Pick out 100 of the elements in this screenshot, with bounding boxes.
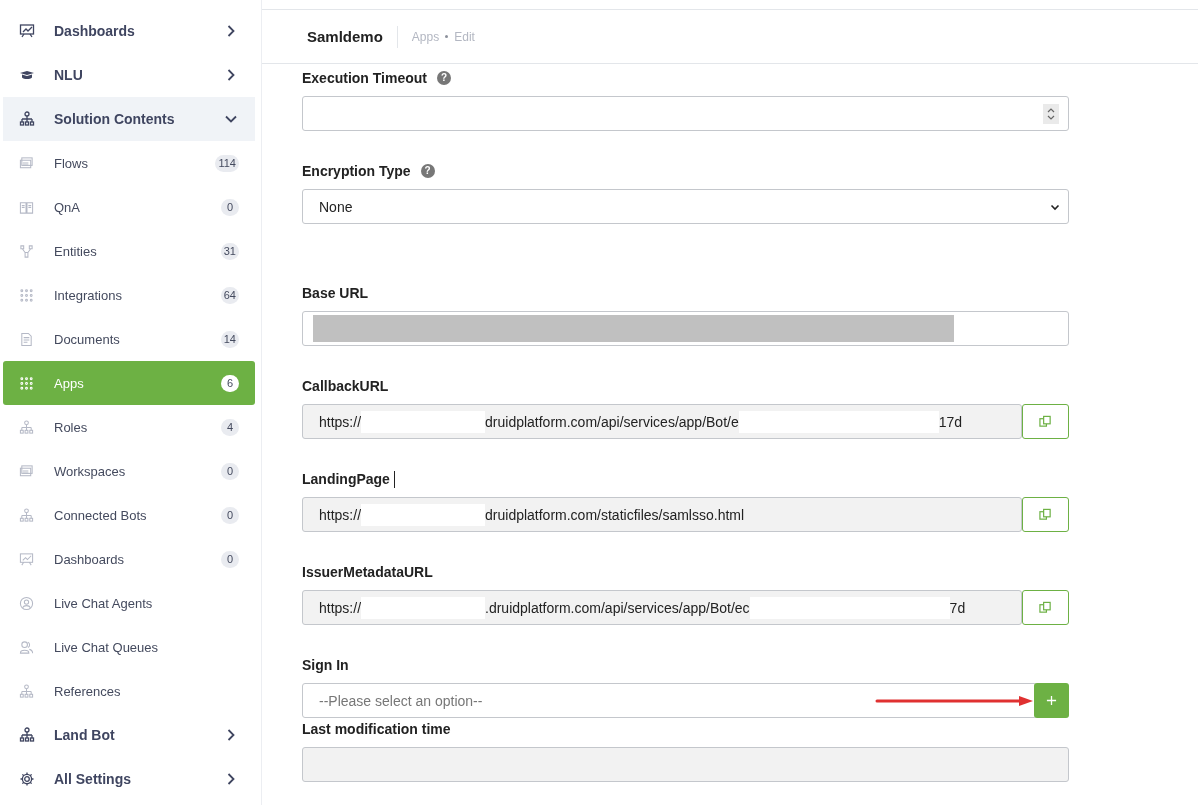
select-field[interactable]: None bbox=[302, 189, 1069, 224]
sidebar-item-label: Flows bbox=[54, 155, 89, 171]
sidebar-group[interactable]: Dashboards bbox=[3, 9, 255, 53]
chat-icon bbox=[19, 463, 34, 479]
url-field[interactable]: https:// druidplatform.com/api/services/app/Bot/e 17d bbox=[302, 404, 1022, 439]
sidebar-group[interactable]: NLU bbox=[3, 53, 255, 97]
page-title: Samldemo bbox=[307, 25, 398, 48]
sidebar-item-label: Apps bbox=[54, 375, 85, 391]
count-badge: 0 bbox=[221, 462, 239, 480]
copy-icon bbox=[1039, 415, 1052, 428]
sidebar-group[interactable]: All Settings bbox=[3, 757, 255, 801]
select-field[interactable]: --Please select an option-- bbox=[302, 683, 1037, 718]
sidebar-item-label: Roles bbox=[54, 419, 89, 435]
sidebar-item[interactable]: References bbox=[3, 669, 255, 713]
count-badge: 6 bbox=[221, 374, 239, 392]
org-icon bbox=[19, 507, 34, 523]
chevron-right-icon bbox=[225, 729, 237, 741]
sidebar-item[interactable]: Documents 14 bbox=[3, 317, 255, 361]
sidebar-item-label: Documents bbox=[54, 331, 121, 347]
sidebar-item[interactable]: Apps 6 bbox=[3, 361, 255, 405]
count-badge: 4 bbox=[221, 418, 239, 436]
url-text: 7d bbox=[949, 599, 966, 616]
sidebar-item[interactable]: Entities 31 bbox=[3, 229, 255, 273]
book-icon bbox=[19, 199, 34, 215]
chevron-right-icon bbox=[225, 69, 237, 81]
number-input[interactable] bbox=[302, 96, 1069, 131]
sidebar-group-label: NLU bbox=[54, 67, 84, 83]
field-label: Execution Timeout bbox=[302, 70, 427, 86]
copy-icon bbox=[1039, 601, 1052, 614]
sidebar-item[interactable]: Integrations 64 bbox=[3, 273, 255, 317]
url-text: .druidplatform.com/api/services/app/Bot/ec bbox=[485, 599, 750, 616]
gear-icon bbox=[19, 771, 35, 787]
breadcrumb-separator-icon bbox=[445, 35, 449, 38]
field-label: Sign In bbox=[302, 657, 349, 673]
count-badge: 14 bbox=[220, 330, 239, 348]
chart-icon bbox=[19, 551, 34, 567]
sidebar-item-label: Workspaces bbox=[54, 463, 127, 479]
sidebar-item-label: Entities bbox=[54, 243, 98, 259]
org-icon bbox=[19, 111, 35, 127]
field-label: CallbackURL bbox=[302, 378, 389, 394]
field-label: Last modification time bbox=[302, 721, 451, 737]
text-input[interactable] bbox=[302, 311, 1069, 346]
url-text: https:// bbox=[319, 599, 362, 616]
chevron-right-icon bbox=[225, 25, 237, 37]
sidebar-group[interactable]: Land Bot bbox=[3, 713, 255, 757]
sidebar-item-label: Live Chat Queues bbox=[54, 639, 160, 655]
add-button[interactable] bbox=[1034, 683, 1069, 718]
plus-icon bbox=[1046, 695, 1057, 706]
sidebar-item-label: Integrations bbox=[54, 287, 123, 303]
sidebar-item[interactable]: Flows 114 bbox=[3, 141, 255, 185]
count-badge: 64 bbox=[220, 286, 239, 304]
sidebar-item[interactable]: Live Chat Agents bbox=[3, 581, 255, 625]
url-text: https:// bbox=[319, 413, 362, 430]
sidebar-item[interactable]: Roles 4 bbox=[3, 405, 255, 449]
sidebar-group-label: Land Bot bbox=[54, 727, 116, 743]
url-text: 17d bbox=[938, 413, 963, 430]
sidebar-group-label: Solution Contents bbox=[54, 111, 176, 127]
sidebar-group-label: Dashboards bbox=[54, 23, 136, 39]
copy-button[interactable] bbox=[1022, 404, 1069, 439]
field-label: Base URL bbox=[302, 285, 369, 301]
sidebar-item[interactable]: Live Chat Queues bbox=[3, 625, 255, 669]
org-icon bbox=[19, 727, 35, 743]
org-icon bbox=[19, 419, 34, 435]
field-label: LandingPage bbox=[302, 471, 390, 487]
dots-icon bbox=[19, 287, 34, 303]
url-field[interactable]: https:// .druidplatform.com/api/services/app/Bot/ec 7d bbox=[302, 590, 1022, 625]
count-badge: 0 bbox=[221, 198, 239, 216]
sidebar-group[interactable]: Solution Contents bbox=[3, 97, 255, 141]
sidebar-item-label: Live Chat Agents bbox=[54, 595, 154, 611]
chat-icon bbox=[19, 155, 34, 171]
copy-button[interactable] bbox=[1022, 590, 1069, 625]
url-text: druidplatform.com/staticfiles/samlsso.html bbox=[485, 506, 745, 523]
count-badge: 0 bbox=[221, 506, 239, 524]
count-badge: 0 bbox=[221, 550, 239, 568]
chevron-right-icon bbox=[225, 773, 237, 785]
people-icon bbox=[19, 639, 34, 655]
spinner-icon[interactable] bbox=[1043, 103, 1059, 124]
chart-icon bbox=[19, 23, 35, 39]
sidebar-item-label: QnA bbox=[54, 199, 81, 215]
sidebar-item-label: Connected Bots bbox=[54, 507, 148, 523]
sidebar-item-label: References bbox=[54, 683, 122, 699]
field-label: Encryption Type bbox=[302, 163, 411, 179]
url-field[interactable]: https:// druidplatform.com/staticfiles/samlsso.html bbox=[302, 497, 1022, 532]
person-icon bbox=[19, 595, 34, 611]
sidebar-item-label: Dashboards bbox=[54, 551, 126, 567]
sidebar-item[interactable]: Workspaces 0 bbox=[3, 449, 255, 493]
org-icon bbox=[19, 683, 34, 699]
url-text: druidplatform.com/api/services/app/Bot/e bbox=[485, 413, 739, 430]
doc-icon bbox=[19, 331, 34, 347]
sidebar-item[interactable]: Dashboards 0 bbox=[3, 537, 255, 581]
sidebar-item[interactable]: Connected Bots 0 bbox=[3, 493, 255, 537]
count-badge: 114 bbox=[215, 154, 239, 172]
help-icon[interactable]: ? bbox=[420, 164, 435, 178]
help-icon[interactable]: ? bbox=[437, 71, 451, 85]
sidebar-item[interactable]: QnA 0 bbox=[3, 185, 255, 229]
copy-icon bbox=[1039, 508, 1052, 521]
sidebar-group-label: All Settings bbox=[54, 771, 132, 787]
copy-button[interactable] bbox=[1022, 497, 1069, 532]
chevron-down-icon bbox=[225, 113, 237, 125]
field-label: IssuerMetadataURL bbox=[302, 564, 433, 580]
